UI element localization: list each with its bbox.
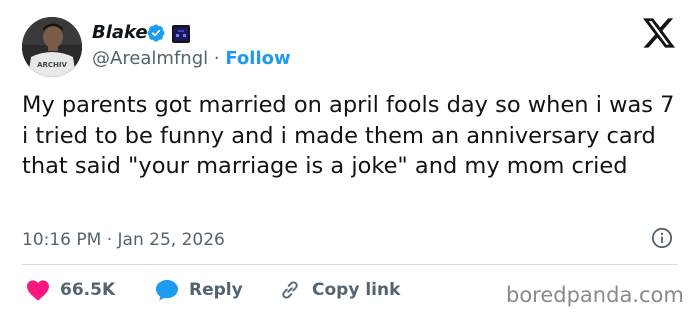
avatar[interactable]: ARCHIV [22, 17, 82, 77]
affiliate-badge-icon[interactable] [172, 25, 190, 43]
reply-label: Reply [189, 280, 243, 300]
speech-bubble-icon [156, 280, 178, 301]
info-icon[interactable] [651, 227, 673, 249]
watermark: boredpanda.com [506, 283, 684, 307]
like-count: 66.5K [60, 280, 116, 300]
link-icon [282, 281, 298, 299]
author-name[interactable]: Blake [92, 22, 148, 44]
author-handle-line: @Arealmfngl · Follow [92, 48, 291, 70]
copy-link-button[interactable]: Copy link [278, 278, 400, 302]
reply-button[interactable]: Reply [155, 278, 243, 302]
heart-icon [27, 280, 49, 301]
like-button[interactable]: 66.5K [26, 278, 115, 302]
verified-badge-icon [147, 24, 165, 42]
author-handle[interactable]: @Arealmfngl [92, 48, 208, 69]
x-logo-icon[interactable] [643, 18, 675, 48]
copy-link-label: Copy link [312, 280, 401, 300]
follow-button[interactable]: Follow [225, 48, 290, 69]
avatar-image: ARCHIV [22, 17, 82, 77]
handle-separator: · [213, 48, 220, 69]
tweet-timestamp[interactable]: 10:16 PM · Jan 25, 2026 [22, 229, 225, 251]
divider [22, 264, 678, 265]
avatar-shirt-text: ARCHIV [37, 61, 67, 69]
tweet-text: My parents got married on april fools da… [22, 92, 675, 179]
